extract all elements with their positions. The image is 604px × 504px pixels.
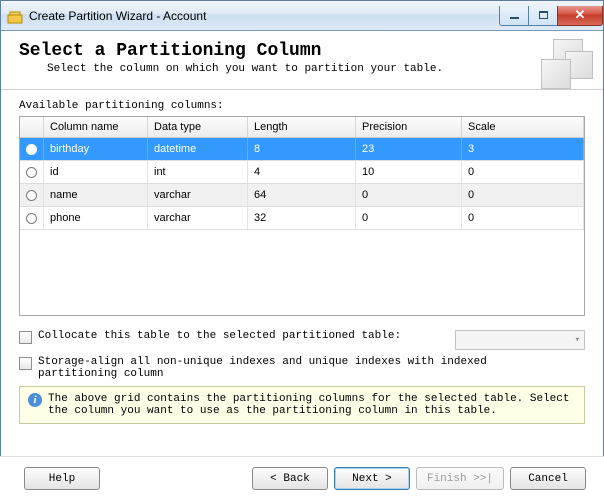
minimize-button[interactable]	[499, 6, 529, 26]
wizard-footer: Help < Back Next > Finish >>| Cancel	[0, 456, 604, 504]
grid-label: Available partitioning columns:	[19, 100, 585, 112]
storage-align-label: Storage-align all non-unique indexes and…	[38, 356, 558, 380]
cell-length: 8	[248, 138, 356, 160]
info-icon: i	[28, 393, 42, 407]
cell-precision: 23	[356, 138, 462, 160]
wizard-header: Select a Partitioning Column Select the …	[1, 31, 603, 90]
row-radio[interactable]	[26, 190, 37, 201]
cell-length: 4	[248, 161, 356, 183]
cell-scale: 0	[462, 207, 584, 229]
table-row[interactable]: idint4100	[20, 161, 584, 184]
chevron-down-icon: ▾	[575, 335, 580, 345]
columns-grid[interactable]: Column name Data type Length Precision S…	[19, 116, 585, 316]
cell-precision: 0	[356, 184, 462, 206]
cell-datatype: int	[148, 161, 248, 183]
cell-name: id	[44, 161, 148, 183]
page-title: Select a Partitioning Column	[19, 41, 585, 61]
table-row[interactable]: birthdaydatetime8233	[20, 138, 584, 161]
cell-datatype: varchar	[148, 184, 248, 206]
col-header-length[interactable]: Length	[248, 117, 356, 137]
cell-precision: 10	[356, 161, 462, 183]
finish-button: Finish >>|	[416, 467, 504, 490]
app-icon	[7, 8, 23, 24]
maximize-button[interactable]	[528, 6, 558, 26]
cell-datatype: varchar	[148, 207, 248, 229]
close-button[interactable]: ✕	[557, 6, 603, 26]
cell-datatype: datetime	[148, 138, 248, 160]
grid-header-row: Column name Data type Length Precision S…	[20, 117, 584, 138]
collocate-label: Collocate this table to the selected par…	[38, 330, 401, 342]
header-graphic	[531, 37, 593, 95]
help-button[interactable]: Help	[24, 467, 100, 490]
cell-scale: 0	[462, 161, 584, 183]
cell-name: name	[44, 184, 148, 206]
back-button[interactable]: < Back	[252, 467, 328, 490]
cell-precision: 0	[356, 207, 462, 229]
cell-length: 32	[248, 207, 356, 229]
info-panel: i The above grid contains the partitioni…	[19, 386, 585, 424]
cancel-button[interactable]: Cancel	[510, 467, 586, 490]
next-button[interactable]: Next >	[334, 467, 410, 490]
cell-scale: 3	[462, 138, 584, 160]
col-header-datatype[interactable]: Data type	[148, 117, 248, 137]
title-bar: Create Partition Wizard - Account ✕	[1, 1, 603, 31]
collocate-checkbox[interactable]	[19, 331, 32, 344]
window-title: Create Partition Wizard - Account	[29, 9, 206, 23]
cell-scale: 0	[462, 184, 584, 206]
cell-name: birthday	[44, 138, 148, 160]
storage-align-checkbox[interactable]	[19, 357, 32, 370]
table-row[interactable]: phonevarchar3200	[20, 207, 584, 230]
page-subtitle: Select the column on which you want to p…	[47, 63, 585, 75]
table-row[interactable]: namevarchar6400	[20, 184, 584, 207]
col-header-scale[interactable]: Scale	[462, 117, 584, 137]
row-radio[interactable]	[26, 167, 37, 178]
collocate-combo[interactable]: ▾	[455, 330, 585, 350]
col-header-precision[interactable]: Precision	[356, 117, 462, 137]
row-radio[interactable]	[26, 144, 37, 155]
row-radio[interactable]	[26, 213, 37, 224]
info-text: The above grid contains the partitioning…	[48, 393, 576, 417]
cell-name: phone	[44, 207, 148, 229]
col-header-name[interactable]: Column name	[44, 117, 148, 137]
cell-length: 64	[248, 184, 356, 206]
